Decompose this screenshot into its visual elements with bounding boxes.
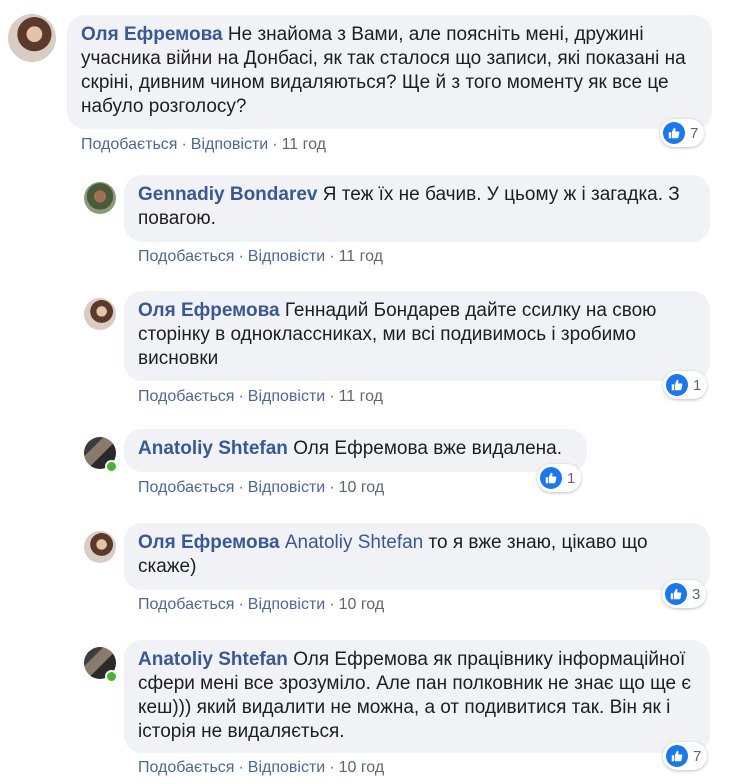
reply-link[interactable]: Відповісти bbox=[248, 248, 325, 265]
like-link[interactable]: Подобається bbox=[138, 759, 234, 776]
comment-bubble: Оля Ефремова Anatoliy Shtefan то я вже з… bbox=[124, 523, 710, 590]
separator: · bbox=[272, 136, 278, 153]
like-count: 3 bbox=[692, 585, 701, 603]
comment-actions: Подобається · Відповісти · 10 год bbox=[138, 759, 384, 777]
separator: · bbox=[329, 759, 335, 776]
comment-time[interactable]: 11 год bbox=[282, 136, 326, 153]
comment-time[interactable]: 10 год bbox=[339, 479, 385, 496]
separator: · bbox=[329, 248, 335, 265]
reply-link[interactable]: Відповісти bbox=[191, 136, 268, 153]
comment-actions: Подобається · Відповісти · 11 год bbox=[81, 136, 326, 154]
comment-author[interactable]: Оля Ефремова bbox=[81, 24, 223, 45]
separator: · bbox=[238, 479, 244, 496]
online-status-dot bbox=[105, 670, 118, 683]
like-count: 7 bbox=[693, 747, 702, 765]
comment-actions: Подобається · Відповісти · 11 год bbox=[138, 388, 383, 406]
separator: · bbox=[238, 759, 244, 776]
comment-author[interactable]: Anatoliy Shtefan bbox=[138, 438, 288, 459]
like-count: 1 bbox=[567, 469, 576, 487]
comment-author[interactable]: Оля Ефремова bbox=[138, 532, 280, 553]
separator: · bbox=[238, 388, 244, 405]
separator: · bbox=[238, 248, 244, 265]
comment-time[interactable]: 11 год bbox=[339, 248, 383, 265]
like-count-badge[interactable]: 7 bbox=[660, 119, 705, 147]
comment-actions: Подобається · Відповісти · 10 год bbox=[138, 596, 384, 614]
separator: · bbox=[329, 479, 335, 496]
like-link[interactable]: Подобається bbox=[138, 248, 234, 265]
comment-time[interactable]: 11 год bbox=[339, 388, 383, 405]
like-count-badge[interactable]: 3 bbox=[662, 580, 707, 608]
thumbs-up-icon bbox=[540, 467, 562, 489]
like-link[interactable]: Подобається bbox=[138, 479, 234, 496]
comment-bubble: Gennadiy Bondarev Я теж їх не бачив. У ц… bbox=[124, 175, 710, 242]
comment-bubble: Anatoliy Shtefan Оля Ефремова вже видале… bbox=[124, 429, 587, 472]
like-count: 1 bbox=[693, 376, 702, 394]
like-link[interactable]: Подобається bbox=[138, 388, 234, 405]
thumbs-up-icon bbox=[663, 122, 685, 144]
mention-link[interactable]: Anatoliy Shtefan bbox=[285, 532, 423, 553]
comment-author[interactable]: Anatoliy Shtefan bbox=[138, 649, 288, 670]
comment-time[interactable]: 10 год bbox=[339, 596, 385, 613]
separator: · bbox=[238, 596, 244, 613]
comment-author[interactable]: Оля Ефремова bbox=[138, 300, 280, 321]
like-link[interactable]: Подобається bbox=[81, 136, 177, 153]
like-link[interactable]: Подобається bbox=[138, 596, 234, 613]
comment-bubble: Оля Ефремова Геннадий Бондарев дайте сси… bbox=[124, 291, 710, 381]
avatar[interactable] bbox=[84, 182, 116, 214]
separator: · bbox=[329, 388, 335, 405]
thumbs-up-icon bbox=[666, 374, 688, 396]
comment-time[interactable]: 10 год bbox=[339, 759, 385, 776]
like-count: 7 bbox=[690, 124, 699, 142]
like-count-badge[interactable]: 7 bbox=[663, 742, 708, 770]
comment-bubble: Anatoliy Shtefan Оля Ефремова як працівн… bbox=[124, 640, 710, 753]
separator: · bbox=[329, 596, 335, 613]
comment-bubble: Оля Ефремова Не знайома з Вами, але пояс… bbox=[67, 15, 712, 129]
reply-link[interactable]: Відповісти bbox=[248, 596, 325, 613]
reply-link[interactable]: Відповісти bbox=[248, 759, 325, 776]
avatar[interactable] bbox=[8, 14, 56, 62]
online-status-dot bbox=[105, 460, 118, 473]
comment-author[interactable]: Gennadiy Bondarev bbox=[138, 184, 318, 205]
comment-actions: Подобається · Відповісти · 11 год bbox=[138, 248, 383, 266]
separator: · bbox=[181, 136, 187, 153]
like-count-badge[interactable]: 1 bbox=[537, 464, 582, 492]
reply-link[interactable]: Відповісти bbox=[248, 479, 325, 496]
avatar[interactable] bbox=[84, 298, 116, 330]
reply-link[interactable]: Відповісти bbox=[248, 388, 325, 405]
avatar[interactable] bbox=[84, 531, 116, 563]
comment-text: Оля Ефремова вже видалена. bbox=[293, 438, 562, 459]
thumbs-up-icon bbox=[666, 745, 688, 767]
like-count-badge[interactable]: 1 bbox=[663, 371, 708, 399]
comment-actions: Подобається · Відповісти · 10 год bbox=[138, 479, 384, 497]
thumbs-up-icon bbox=[665, 583, 687, 605]
